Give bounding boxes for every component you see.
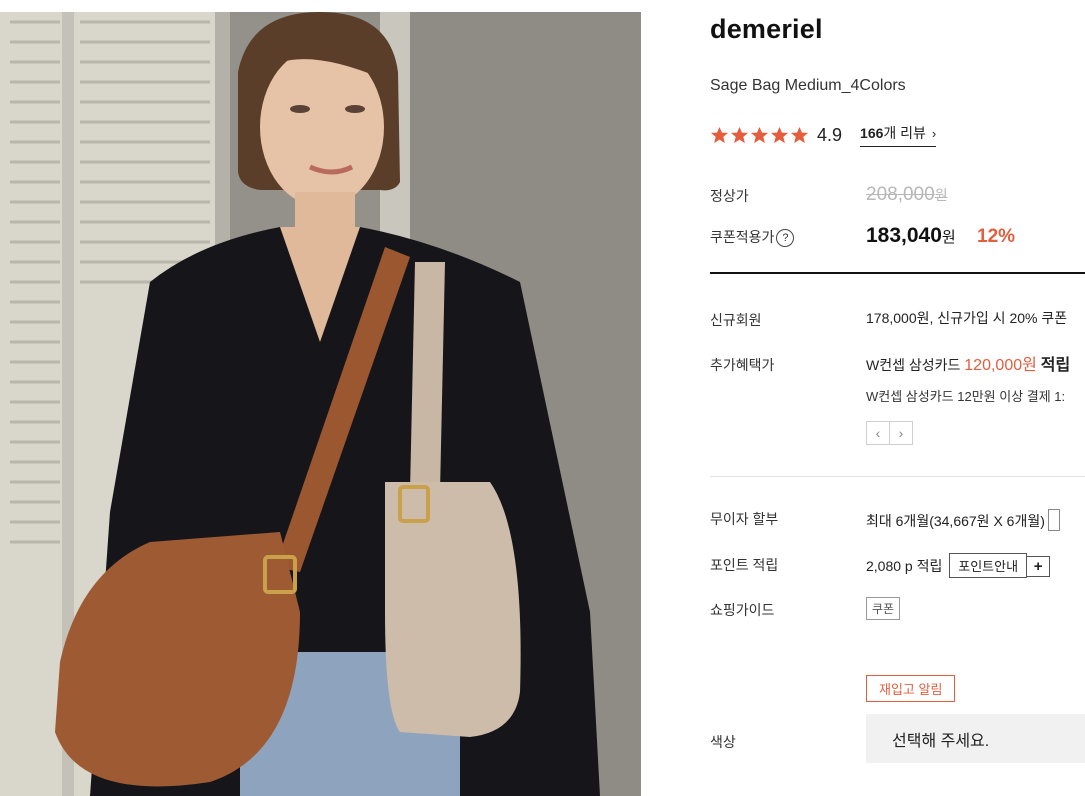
coupon-price-label: 쿠폰적용가? — [710, 227, 795, 247]
coupon-price: 183,040원 — [866, 224, 956, 248]
regular-price-label: 정상가 — [710, 188, 749, 204]
installment-value-row: 최대 6개월(34,667원 X 6개월) — [866, 509, 1060, 531]
new-member-value: 178,000원, 신규가입 시 20% 쿠폰 — [866, 310, 1068, 326]
review-suffix: 개 리뷰 — [883, 125, 926, 141]
regular-price-unit: 원 — [934, 187, 948, 203]
extra-benefit-value: W컨셉 삼성카드 120,000원 적립 — [866, 351, 1070, 375]
product-title: Sage Bag Medium_4Colors — [710, 77, 906, 94]
rating-row: 4.9 166개 리뷰 › — [710, 122, 937, 148]
star-icon — [750, 126, 769, 143]
product-photo-illustration — [0, 12, 641, 796]
benefit-pager: ‹ › — [866, 421, 913, 445]
coupon-tag[interactable]: 쿠폰 — [866, 597, 901, 620]
star-icon — [770, 126, 789, 143]
coupon-price-value: 183,040 — [866, 224, 942, 247]
installment-value: 최대 6개월(34,667원 X 6개월) — [866, 513, 1045, 529]
chevron-right-icon[interactable]: › — [890, 421, 913, 445]
color-select[interactable]: 선택해 주세요. — [866, 714, 1085, 763]
regular-price-value: 208,000 — [866, 184, 935, 205]
regular-price: 208,000원 — [866, 184, 948, 206]
points-row: 2,080 p 적립 포인트안내 + — [866, 553, 1051, 578]
extra-card-price: 120,000원 — [964, 357, 1037, 374]
installment-info-button[interactable] — [1047, 509, 1060, 531]
points-value: 2,080 p 적립 — [866, 558, 943, 574]
points-label: 포인트 적립 — [710, 557, 779, 573]
product-image[interactable] — [0, 12, 641, 796]
chevron-right-icon: › — [931, 125, 937, 141]
star-icon — [730, 126, 749, 143]
review-count: 166 — [860, 125, 884, 141]
coupon-price-unit: 원 — [941, 229, 956, 246]
restock-alert-button[interactable]: 재입고 알림 — [866, 675, 956, 702]
extra-card-prefix: W컨셉 삼성카드 — [866, 357, 961, 373]
new-member-label: 신규회원 — [710, 312, 762, 328]
price-divider — [710, 272, 1085, 274]
product-info-panel: demeriel Sage Bag Medium_4Colors 4.9 166… — [710, 0, 1085, 796]
extra-card-suffix: 적립 — [1040, 357, 1071, 374]
star-icon — [710, 126, 729, 143]
help-icon[interactable]: ? — [776, 229, 795, 247]
shopping-guide-label: 쇼핑가이드 — [710, 602, 775, 618]
brand-name[interactable]: demeriel — [710, 14, 823, 45]
review-link[interactable]: 166개 리뷰 › — [860, 123, 937, 147]
installment-label: 무이자 할부 — [710, 511, 779, 527]
rating-score: 4.9 — [817, 124, 843, 145]
extra-benefit-label: 추가혜택가 — [710, 357, 775, 373]
star-icon — [790, 126, 809, 143]
coupon-price-label-text: 쿠폰적용가 — [710, 229, 775, 245]
section-divider — [710, 476, 1085, 477]
plus-icon[interactable]: + — [1027, 556, 1051, 577]
chevron-left-icon[interactable]: ‹ — [866, 421, 890, 445]
discount-rate: 12% — [977, 226, 1016, 247]
extra-benefit-note: W컨셉 삼성카드 12만원 이상 결제 1: — [866, 389, 1066, 404]
rating-stars — [710, 126, 809, 145]
color-label: 색상 — [710, 734, 736, 750]
points-guide-button[interactable]: 포인트안내 — [949, 553, 1028, 578]
